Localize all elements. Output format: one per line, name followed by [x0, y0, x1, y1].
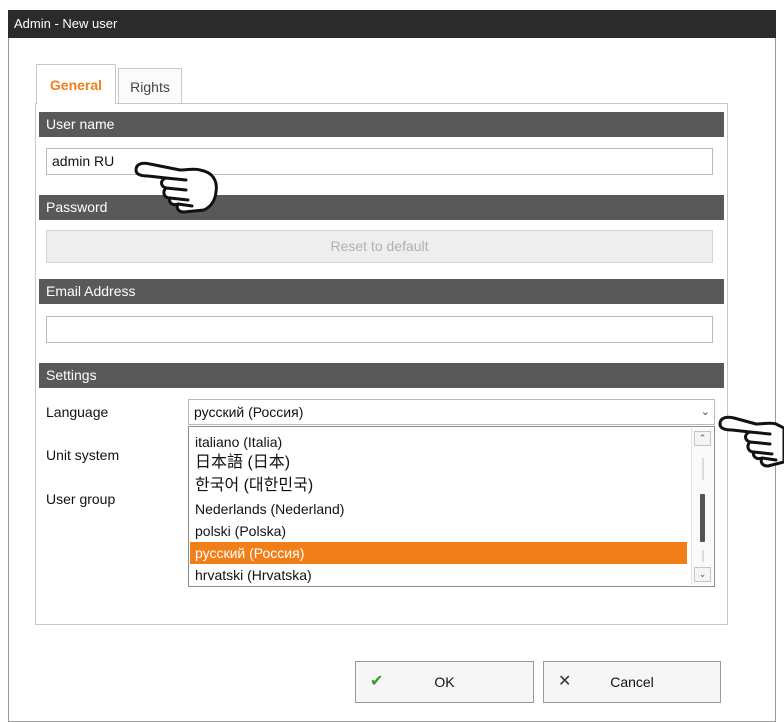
language-option-selected[interactable]: русский (Россия)	[190, 542, 687, 564]
settings-title: Settings	[46, 367, 97, 383]
email-input[interactable]	[46, 316, 713, 343]
reset-password-button[interactable]: Reset to default	[46, 230, 713, 263]
language-option[interactable]: polski (Polska)	[190, 520, 687, 542]
dropdown-scrollbar[interactable]: ⌃ ⌄	[691, 428, 713, 585]
scrollbar-track-mark	[702, 550, 704, 562]
window-titlebar: Admin - New user	[8, 10, 776, 38]
check-icon: ✔	[370, 673, 384, 690]
user-name-value: admin RU	[52, 153, 115, 169]
tab-rights[interactable]: Rights	[118, 68, 182, 104]
scrollbar-thumb[interactable]	[700, 494, 705, 542]
language-select[interactable]: русский (Россия) ⌄	[188, 399, 715, 425]
chevron-down-icon: ⌄	[700, 406, 710, 418]
email-title: Email Address	[46, 283, 136, 299]
password-title: Password	[46, 199, 108, 215]
unit-system-label: Unit system	[46, 447, 120, 463]
user-group-label: User group	[46, 491, 116, 507]
pointing-hand-icon	[718, 415, 784, 468]
pointing-hand-icon	[134, 161, 218, 214]
cancel-label: Cancel	[610, 674, 654, 690]
language-option[interactable]: Nederlands (Nederland)	[190, 498, 687, 520]
cancel-button[interactable]: ✕ Cancel	[543, 661, 721, 703]
tab-general-label: General	[49, 77, 103, 93]
tab-general[interactable]: General	[36, 64, 116, 104]
user-name-title: User name	[46, 116, 115, 132]
window-title: Admin - New user	[14, 16, 118, 31]
scroll-down-icon[interactable]: ⌄	[694, 567, 711, 582]
scroll-up-icon[interactable]: ⌃	[694, 431, 711, 446]
language-selected-value: русский (Россия)	[194, 404, 304, 420]
language-option[interactable]: 한국어 (대한민국)	[190, 475, 687, 497]
section-header-user-name: User name	[39, 112, 724, 137]
language-dropdown-list: italiano (Italia) 日本語 (日本) 한국어 (대한민국) Ne…	[188, 426, 715, 587]
scrollbar-track-mark	[702, 458, 704, 480]
language-label: Language	[46, 404, 109, 420]
reset-password-label: Reset to default	[330, 238, 429, 254]
language-option[interactable]: hrvatski (Hrvatska)	[190, 564, 687, 586]
language-option[interactable]: italiano (Italia)	[190, 431, 687, 453]
section-header-settings: Settings	[39, 363, 724, 388]
tab-rights-label: Rights	[130, 79, 170, 95]
section-header-email: Email Address	[39, 279, 724, 304]
ok-button[interactable]: ✔ OK	[355, 661, 534, 703]
ok-label: OK	[434, 674, 455, 690]
close-icon: ✕	[558, 673, 572, 690]
language-option[interactable]: 日本語 (日本)	[190, 452, 687, 474]
